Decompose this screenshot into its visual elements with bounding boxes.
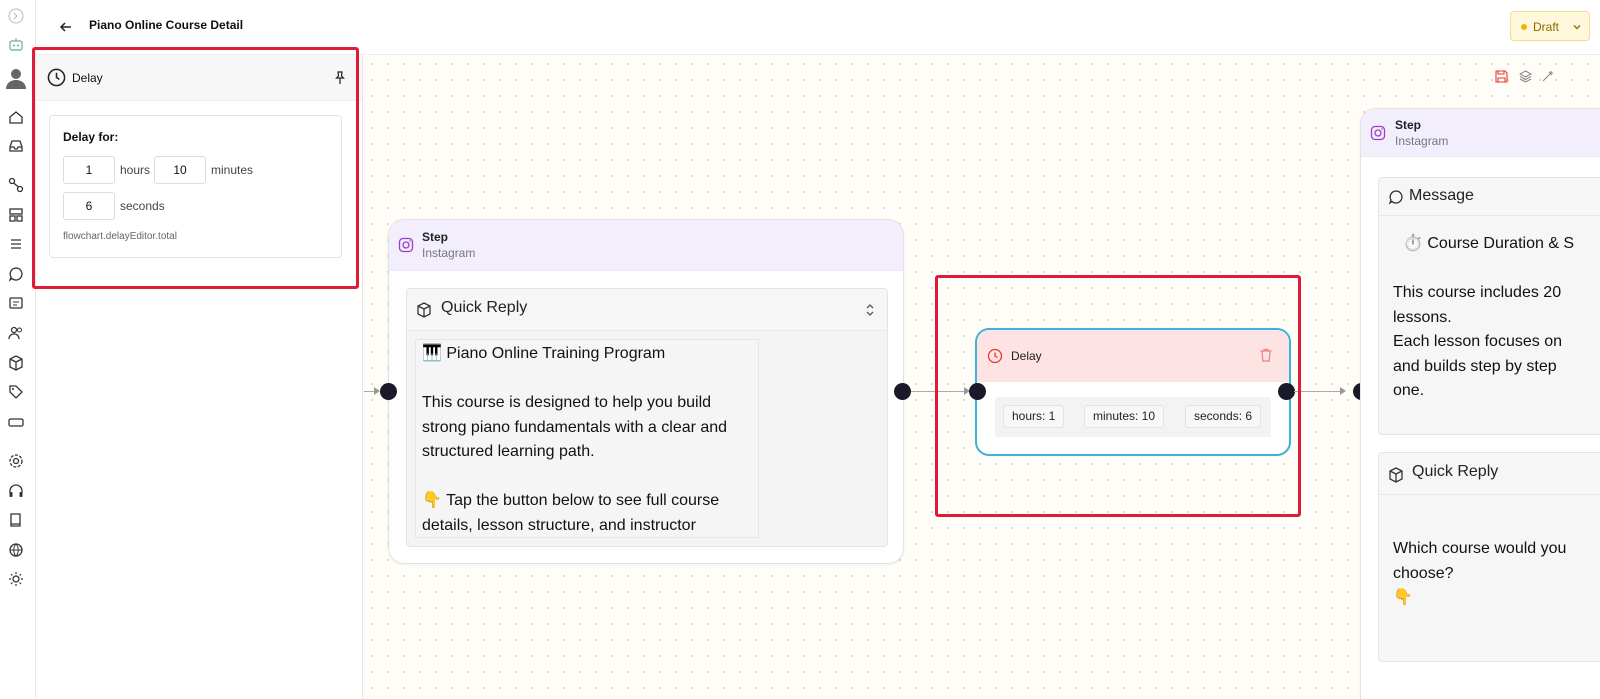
ticket-icon[interactable]: [8, 414, 24, 430]
edge-step-to-delay: [911, 391, 969, 392]
clock-icon: [987, 348, 1003, 364]
users-icon[interactable]: [8, 325, 24, 341]
quick-reply-title: Quick Reply: [441, 299, 528, 316]
book-icon[interactable]: [8, 512, 24, 528]
quick-reply-block[interactable]: Quick Reply 🎹 Piano Online Training Prog…: [406, 288, 888, 547]
tag-icon[interactable]: [8, 384, 24, 400]
message-header: Message: [1379, 178, 1600, 216]
expand-collapse-icon[interactable]: [864, 302, 876, 318]
step-node-header: Step Instagram: [389, 220, 903, 271]
page-header: Piano Online Course Detail Draft: [36, 0, 1600, 55]
home-icon[interactable]: [8, 109, 24, 125]
delay-input-handle[interactable]: [969, 383, 986, 400]
inbox-icon[interactable]: [8, 138, 24, 154]
chat-icon[interactable]: [8, 266, 24, 282]
settings-icon[interactable]: [8, 453, 24, 469]
step-node-instagram[interactable]: Step Instagram Quick Reply 🎹 Piano Onlin…: [388, 219, 904, 564]
comment-icon[interactable]: [8, 296, 24, 312]
seconds-unit-label: seconds: [120, 199, 165, 213]
quick-reply-body: Which course would you choose? 👇: [1393, 540, 1567, 606]
instagram-icon: [1370, 125, 1386, 141]
delay-for-label: Delay for:: [63, 130, 119, 144]
bot-icon[interactable]: [8, 37, 24, 53]
minutes-input[interactable]: 10: [154, 156, 206, 184]
back-arrow-icon[interactable]: [58, 19, 74, 35]
chevron-down-icon: [1571, 21, 1583, 33]
user-avatar-icon[interactable]: [4, 66, 28, 90]
trash-icon[interactable]: [1258, 347, 1274, 363]
hours-chip: hours: 1: [1003, 405, 1065, 428]
sun-icon[interactable]: [8, 571, 24, 587]
quick-reply-title: Quick Reply: [1412, 463, 1499, 480]
message-textarea[interactable]: 🎹 Piano Online Training Program This cou…: [415, 339, 759, 538]
layers-icon[interactable]: [1519, 70, 1532, 83]
step-node-header: Step Instagram: [1361, 109, 1600, 157]
edge-arrow: [1340, 387, 1346, 395]
delay-form: Delay for: 1 hours 10 minutes 6 seconds …: [49, 115, 342, 258]
headset-icon[interactable]: [8, 483, 24, 499]
sidebar-toggle-icon[interactable]: [8, 8, 24, 24]
flow-icon[interactable]: [8, 177, 24, 193]
hours-input[interactable]: 1: [63, 156, 115, 184]
step-output-handle[interactable]: [894, 383, 911, 400]
flow-canvas[interactable]: Step Instagram Quick Reply 🎹 Piano Onlin…: [364, 56, 1600, 699]
minutes-unit-label: minutes: [211, 163, 254, 177]
seconds-chip: seconds: 6: [1185, 405, 1262, 428]
delay-node-header: Delay: [977, 330, 1289, 382]
step-subtitle: Instagram: [422, 246, 476, 260]
status-label: Draft: [1533, 20, 1560, 34]
minutes-chip: minutes: 10: [1084, 405, 1165, 428]
panel-header: Delay: [36, 55, 362, 101]
quick-reply-block-2[interactable]: Quick Reply Which course would you choos…: [1378, 452, 1600, 662]
message-block[interactable]: Message ⏱️ Course Duration & S This cour…: [1378, 177, 1600, 435]
step-input-handle[interactable]: [380, 383, 397, 400]
scrollbar[interactable]: [757, 343, 758, 535]
message-line: ⏱️ Course Duration & S: [1403, 235, 1575, 252]
message-body: This course includes 20 lessons. Each le…: [1393, 284, 1562, 399]
package-icon: [1388, 467, 1404, 483]
seconds-input[interactable]: 6: [63, 192, 115, 220]
message-title: Message: [1409, 187, 1474, 204]
hours-unit-label: hours: [120, 163, 151, 177]
delay-settings-panel: Delay Delay for: 1 hours 10 minutes 6 se…: [36, 55, 363, 699]
delay-node-title: Delay: [1011, 349, 1042, 363]
step-title: Step: [422, 230, 449, 244]
left-rail: [0, 0, 36, 699]
layout-icon[interactable]: [8, 207, 24, 223]
package-icon: [416, 302, 432, 318]
status-dropdown[interactable]: Draft: [1510, 11, 1590, 41]
total-label: flowchart.delayEditor.total: [63, 231, 177, 242]
quick-reply-header: Quick Reply: [407, 289, 887, 331]
page-title: Piano Online Course Detail: [89, 18, 244, 32]
instagram-icon: [398, 237, 414, 253]
step-node-instagram-2[interactable]: Step Instagram Message ⏱️ Course Duratio…: [1360, 108, 1600, 699]
globe-icon[interactable]: [8, 542, 24, 558]
package-icon[interactable]: [8, 355, 24, 371]
step-subtitle: Instagram: [1395, 134, 1449, 148]
panel-title: Delay: [72, 71, 103, 85]
delay-summary: hours: 1 minutes: 10 seconds: 6: [995, 397, 1271, 437]
edge-delay-to-step: [1294, 391, 1344, 392]
quick-reply-body: 🎹 Piano Online Training Program This cou…: [422, 345, 728, 534]
save-icon[interactable]: [1495, 70, 1508, 83]
status-dot: [1521, 24, 1527, 30]
quick-reply-header: Quick Reply: [1379, 453, 1600, 495]
clock-icon: [47, 68, 66, 87]
delay-output-handle[interactable]: [1278, 383, 1295, 400]
list-icon[interactable]: [8, 236, 24, 252]
step-title: Step: [1395, 118, 1422, 132]
pin-icon[interactable]: [333, 71, 347, 85]
delay-node[interactable]: Delay hours: 1 minutes: 10 seconds: 6: [975, 328, 1291, 456]
magic-wand-icon[interactable]: [1541, 70, 1554, 83]
chat-icon: [1388, 189, 1404, 205]
